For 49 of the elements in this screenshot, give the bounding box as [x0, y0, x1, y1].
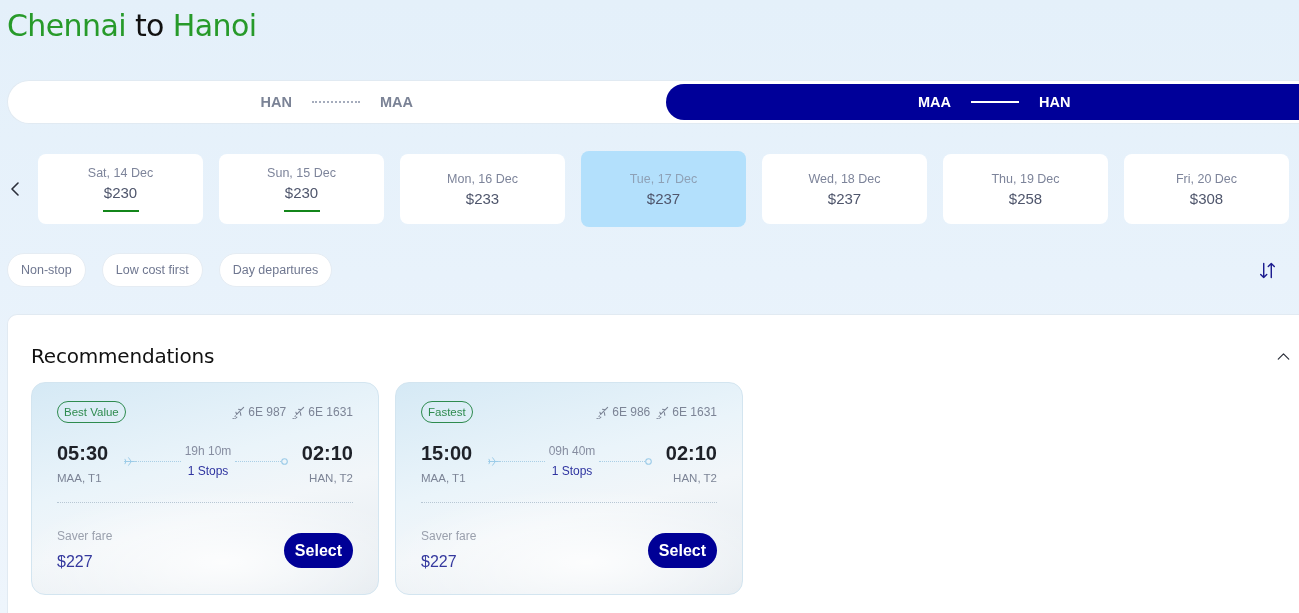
departure-time: 05:30 — [57, 441, 109, 465]
fare-type: Saver fare — [57, 529, 113, 544]
chevron-left-icon[interactable] — [11, 182, 19, 196]
fare-price: $227 — [421, 552, 458, 572]
departure-airport: MAA, T1 — [421, 471, 467, 486]
fare-type: Saver fare — [421, 529, 477, 544]
arrival-time: 02:10 — [665, 441, 717, 465]
filter-chip[interactable]: Non-stop — [7, 253, 86, 287]
plane-icon — [124, 456, 136, 466]
flight-number: 6E 987 — [248, 405, 287, 419]
section-title: Recommendations — [31, 343, 215, 370]
route-line-icon — [311, 101, 360, 103]
date-card[interactable]: Mon, 16 Dec $233 — [400, 154, 565, 224]
stops-count: 1 Stops — [187, 463, 229, 479]
route-line-icon — [971, 101, 1020, 103]
flight-duration: 19h 10m — [184, 443, 232, 459]
filter-chip[interactable]: Day departures — [218, 253, 333, 287]
plane-icon — [656, 405, 670, 419]
date-card[interactable]: Wed, 18 Dec $237 — [762, 154, 927, 224]
plane-icon — [232, 405, 246, 419]
date-card[interactable]: Thu, 19 Dec $258 — [943, 154, 1108, 224]
plane-icon — [488, 456, 500, 466]
route-tab[interactable]: HAN MAA — [8, 84, 666, 120]
departure-time: 15:00 — [421, 441, 473, 465]
fare-price: $227 — [57, 552, 94, 572]
circle-icon — [644, 457, 652, 465]
arrival-airport: HAN, T2 — [673, 471, 717, 486]
plane-icon — [292, 405, 306, 419]
date-card[interactable]: Sat, 14 Dec $230 — [38, 154, 203, 224]
filter-chip[interactable]: Low cost first — [101, 253, 203, 287]
departure-airport: MAA, T1 — [57, 471, 103, 486]
select-button[interactable]: Select — [647, 533, 717, 568]
date-card[interactable]: Sun, 15 Dec $230 — [219, 154, 384, 224]
chevron-icon[interactable] — [1277, 352, 1290, 360]
date-card[interactable]: Tue, 17 Dec $237 — [581, 151, 746, 227]
circle-icon — [280, 457, 288, 465]
flight-duration: 09h 40m — [548, 443, 596, 459]
sort-icon[interactable] — [1259, 261, 1276, 279]
select-button[interactable]: Select — [283, 533, 353, 568]
page-title: Chennai to Hanoi — [6, 7, 257, 45]
arrival-airport: HAN, T2 — [309, 471, 353, 486]
arrival-time: 02:10 — [301, 441, 353, 465]
route-tab[interactable]: MAA HAN — [665, 84, 1299, 120]
plane-icon — [596, 405, 610, 419]
date-card[interactable]: Fri, 20 Dec $308 — [1124, 154, 1289, 224]
flight-number: 6E 1631 — [672, 405, 717, 419]
stops-count: 1 Stops — [551, 463, 593, 479]
flight-number: 6E 1631 — [308, 405, 353, 419]
flight-number: 6E 986 — [612, 405, 651, 419]
